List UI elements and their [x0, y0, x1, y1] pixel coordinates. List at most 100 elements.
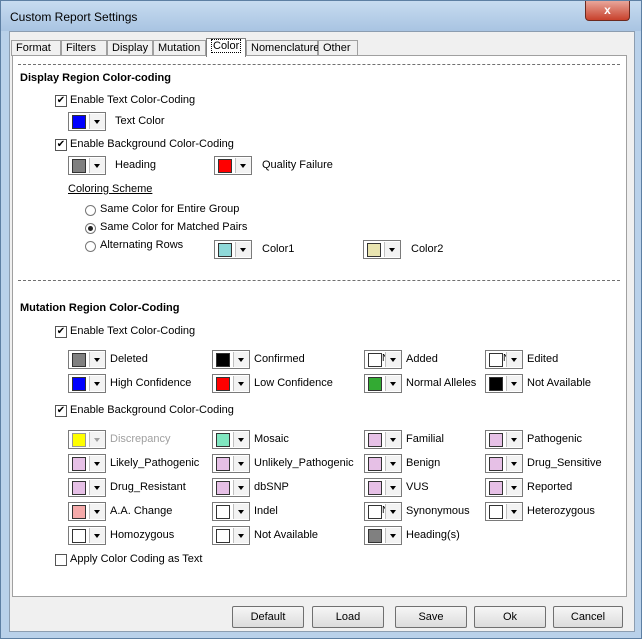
not-available-color-picker[interactable] [485, 374, 523, 393]
familial-color-picker[interactable] [364, 430, 402, 449]
mosaic-color-picker[interactable] [212, 430, 250, 449]
chevron-down-icon[interactable] [235, 158, 251, 173]
default-button[interactable]: Default [232, 606, 304, 628]
window-frame [1, 31, 8, 638]
enable-background-color-coding-checkbox[interactable]: ✔ [55, 139, 67, 151]
benign-label: Benign [406, 457, 441, 469]
chevron-down-icon[interactable] [385, 376, 401, 391]
a-a-change-color-picker[interactable] [68, 502, 106, 521]
likely-pathogenic-color-picker[interactable] [68, 454, 106, 473]
enable-text-color-coding-checkbox[interactable]: ✔ [55, 95, 67, 107]
chevron-down-icon[interactable] [506, 480, 522, 495]
drug-resistant-color-picker[interactable] [68, 478, 106, 497]
drug-sensitive-color-picker[interactable] [485, 454, 523, 473]
chevron-down-icon[interactable] [506, 352, 522, 367]
chevron-down-icon[interactable] [506, 456, 522, 471]
chevron-down-icon[interactable] [385, 528, 401, 543]
tab-display[interactable]: Display [107, 40, 153, 56]
radio-same-color-entire-group[interactable] [85, 205, 96, 216]
high-confidence-label: High Confidence [110, 377, 192, 389]
chevron-down-icon[interactable] [385, 352, 401, 367]
chevron-down-icon[interactable] [89, 504, 105, 519]
enable-background-color-coding-label: Enable Background Color-Coding [70, 138, 234, 150]
chevron-down-icon[interactable] [233, 528, 249, 543]
tab-filters[interactable]: Filters [61, 40, 107, 56]
added-color-picker[interactable]: N [364, 350, 402, 369]
chevron-down-icon[interactable] [384, 242, 400, 257]
heading-s-color-picker[interactable] [364, 526, 402, 545]
tab-other[interactable]: Other [318, 40, 358, 56]
chevron-down-icon[interactable] [506, 376, 522, 391]
chevron-down-icon[interactable] [89, 528, 105, 543]
dialog-client: Format Filters Display Mutation Color No… [9, 31, 635, 632]
dbsnp-color-picker[interactable] [212, 478, 250, 497]
ok-button[interactable]: Ok [474, 606, 546, 628]
mutation-enable-background-color-coding-label: Enable Background Color-Coding [70, 404, 234, 416]
color-swatch [72, 529, 86, 543]
heading-color-picker[interactable] [68, 156, 106, 175]
synonymous-color-picker[interactable]: N [364, 502, 402, 521]
chevron-down-icon[interactable] [89, 352, 105, 367]
chevron-down-icon[interactable] [235, 242, 251, 257]
load-button[interactable]: Load [312, 606, 384, 628]
low-confidence-color-picker[interactable] [212, 374, 250, 393]
chevron-down-icon[interactable] [385, 432, 401, 447]
indel-color-picker[interactable] [212, 502, 250, 521]
deleted-color-picker[interactable] [68, 350, 106, 369]
chevron-down-icon[interactable] [89, 480, 105, 495]
chevron-down-icon[interactable] [506, 432, 522, 447]
color-swatch [218, 159, 232, 173]
chevron-down-icon[interactable] [89, 158, 105, 173]
reported-color-picker[interactable] [485, 478, 523, 497]
chevron-down-icon[interactable] [385, 504, 401, 519]
normal-alleles-color-picker[interactable] [364, 374, 402, 393]
chevron-down-icon[interactable] [233, 432, 249, 447]
color2-picker[interactable] [363, 240, 401, 259]
tab-nomenclature[interactable]: Nomenclature [246, 40, 319, 56]
color1-picker[interactable] [214, 240, 252, 259]
benign-color-picker[interactable] [364, 454, 402, 473]
chevron-down-icon[interactable] [385, 456, 401, 471]
normal-alleles-label: Normal Alleles [406, 377, 477, 389]
chevron-down-icon[interactable] [233, 456, 249, 471]
chevron-down-icon[interactable] [89, 114, 105, 129]
cancel-button[interactable]: Cancel [553, 606, 623, 628]
radio-same-color-matched-pairs[interactable] [85, 223, 96, 234]
chevron-down-icon[interactable] [233, 480, 249, 495]
mutation-enable-background-color-coding-checkbox[interactable]: ✔ [55, 405, 67, 417]
text-color-picker[interactable] [68, 112, 106, 131]
not-available-color-picker[interactable] [212, 526, 250, 545]
radio-label: Same Color for Matched Pairs [100, 221, 248, 233]
vus-color-picker[interactable] [364, 478, 402, 497]
chevron-down-icon [89, 432, 105, 447]
chevron-down-icon[interactable] [385, 480, 401, 495]
color-swatch [72, 433, 86, 447]
chevron-down-icon[interactable] [506, 504, 522, 519]
homozygous-color-picker[interactable] [68, 526, 106, 545]
heterozygous-color-picker[interactable] [485, 502, 523, 521]
confirmed-color-picker[interactable] [212, 350, 250, 369]
mutation-enable-text-color-coding-checkbox[interactable]: ✔ [55, 326, 67, 338]
edited-color-picker[interactable]: N [485, 350, 523, 369]
tab-format[interactable]: Format [11, 40, 61, 56]
close-button[interactable]: x [585, 1, 630, 21]
radio-alternating-rows[interactable] [85, 241, 96, 252]
heterozygous-label: Heterozygous [527, 505, 595, 517]
color-swatch [216, 457, 230, 471]
high-confidence-color-picker[interactable] [68, 374, 106, 393]
chevron-down-icon[interactable] [233, 504, 249, 519]
display-region-heading: Display Region Color-coding [20, 72, 171, 84]
pathogenic-color-picker[interactable] [485, 430, 523, 449]
chevron-down-icon[interactable] [233, 352, 249, 367]
tab-label: Format [16, 42, 51, 54]
chevron-down-icon[interactable] [233, 376, 249, 391]
save-button[interactable]: Save [395, 606, 467, 628]
tab-mutation[interactable]: Mutation [153, 40, 206, 56]
chevron-down-icon[interactable] [89, 376, 105, 391]
unlikely-pathogenic-color-picker[interactable] [212, 454, 250, 473]
button-bar: Default Load Save Ok Cancel [12, 600, 625, 630]
chevron-down-icon[interactable] [89, 456, 105, 471]
apply-color-coding-as-text-checkbox[interactable] [55, 554, 67, 566]
quality-failure-color-picker[interactable] [214, 156, 252, 175]
tab-color[interactable]: Color [206, 38, 246, 57]
